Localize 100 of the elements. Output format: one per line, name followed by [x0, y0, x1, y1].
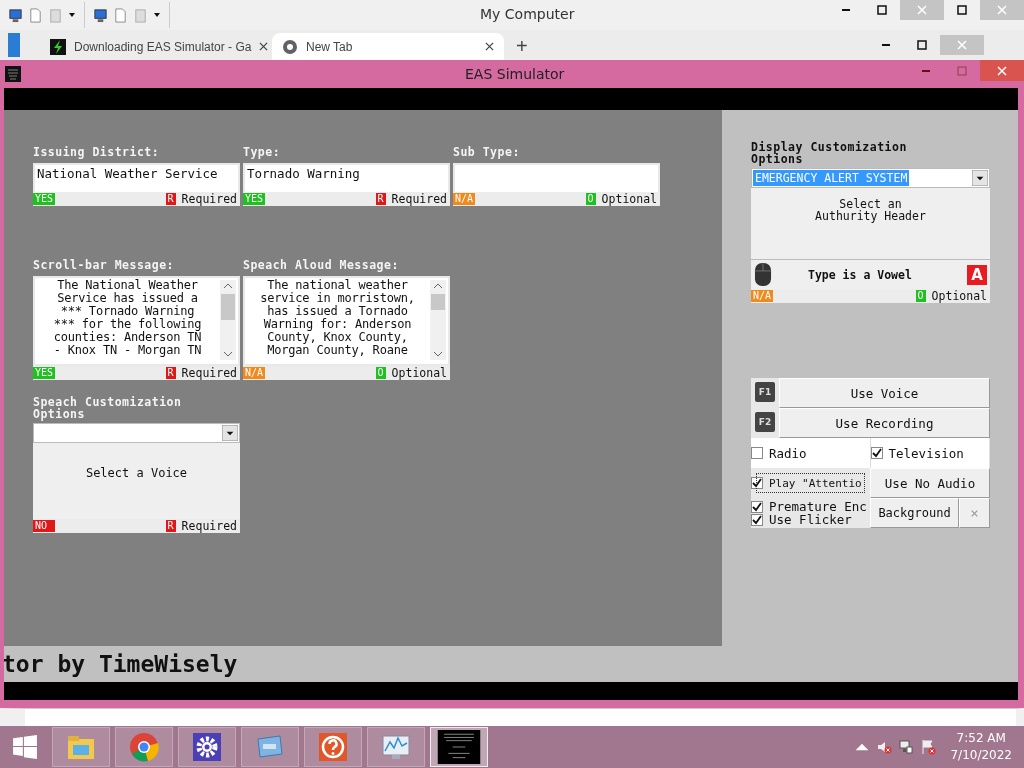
requirement-badge: O: [375, 367, 386, 379]
message-line: Service has issued a: [57, 292, 198, 305]
maximize-icon: [957, 65, 967, 76]
minimize-icon: [842, 9, 850, 11]
message-text-area[interactable]: The national weather service in morristown, has issued a Tornado Warning for: Anderson County, Knox County, Morgan County, Roane: [243, 276, 450, 366]
message-line: - Knox TN - Morgan TN: [53, 344, 202, 357]
document-icon[interactable]: [113, 7, 128, 23]
status-badge: N/A: [243, 367, 266, 379]
message-line: has issued a Tornado: [267, 305, 408, 318]
input-field[interactable]: Tornado Warning: [243, 163, 450, 192]
field-label: Speach Aloud Message:: [243, 258, 400, 274]
computer-icon[interactable]: [93, 7, 108, 23]
scroll-bar[interactable]: [430, 280, 446, 360]
status-badge: N/A: [453, 193, 476, 205]
status-badge: YES: [33, 367, 56, 379]
requirement-label: Required: [181, 519, 237, 533]
computer-icon[interactable]: [8, 7, 23, 23]
field-label: Sub Type:: [453, 145, 521, 161]
function-key-icon: F2: [755, 412, 775, 432]
window-title: EAS Simulator: [465, 66, 565, 82]
dropdown-arrow-icon[interactable]: [972, 170, 988, 186]
window-title: My Computer: [480, 6, 575, 22]
app-thumbnail-icon: [437, 730, 481, 764]
speaker-muted-icon[interactable]: [876, 739, 893, 755]
close-button[interactable]: [980, 60, 1024, 81]
field-label: Speach Customization Options: [33, 396, 183, 420]
dropdown-arrow-icon[interactable]: [222, 425, 238, 441]
output-checkbox[interactable]: Radio: [751, 438, 871, 468]
scroll-bar[interactable]: [220, 280, 236, 360]
message-line: *** Tornado Warning: [60, 305, 195, 318]
status-badge: N/A: [751, 290, 774, 302]
mouse-icon: [754, 262, 772, 287]
clock-date[interactable]: 7/10/2022: [950, 747, 1012, 764]
message-line: Warning for: Anderson: [263, 318, 412, 331]
requirement-label: Optional: [931, 289, 987, 303]
requirement-label: Required: [181, 192, 237, 206]
audio-button[interactable]: Use Voice: [779, 378, 990, 408]
requirement-label: Required: [391, 192, 447, 206]
attention-checkbox[interactable]: Play "Attentio: [751, 468, 870, 498]
requirement-badge: O: [915, 290, 926, 302]
hint-text: Type is a Vowel: [808, 267, 912, 282]
message-line: counties: Anderson TN: [53, 331, 202, 344]
windows-start-icon[interactable]: [12, 734, 38, 760]
checkbox[interactable]: [751, 477, 763, 489]
output-checkbox[interactable]: Television: [870, 438, 990, 468]
new-tab-button[interactable]: +: [510, 33, 534, 60]
field-label: Type:: [243, 145, 282, 161]
input-field[interactable]: National Weather Service: [33, 163, 240, 192]
no-audio-button[interactable]: Use No Audio: [870, 468, 990, 498]
input-field[interactable]: [453, 163, 660, 192]
clock-time[interactable]: 7:52 AM: [956, 730, 1006, 747]
minimize-icon: [922, 69, 930, 72]
field-label: Display Customization Options: [751, 141, 908, 165]
function-key-icon: F1: [755, 382, 775, 402]
browser-tab[interactable]: New Tab: [272, 33, 504, 60]
close-icon: [957, 40, 967, 50]
message-line: *** for the following: [53, 318, 202, 331]
marquee-text: tor by TimeWisely: [4, 651, 238, 677]
taskbar-button[interactable]: [430, 727, 488, 767]
close-icon[interactable]: [485, 42, 494, 51]
status-badge: YES: [243, 193, 266, 205]
network-icon[interactable]: [898, 739, 915, 755]
message-line: The national weather: [267, 279, 408, 292]
status-badge: YES: [33, 193, 56, 205]
message-line: Morgan County, Roane: [267, 344, 408, 357]
help-icon: [317, 731, 349, 763]
flag-icon[interactable]: [920, 739, 937, 755]
checkbox[interactable]: [751, 500, 763, 513]
requirement-label: Optional: [601, 192, 657, 206]
audio-button[interactable]: Use Recording: [779, 408, 990, 438]
checkbox[interactable]: [751, 513, 763, 526]
document-icon[interactable]: [28, 7, 43, 23]
maximize-icon: [917, 40, 927, 50]
close-icon: [997, 5, 1007, 15]
panel-text: Authurity Header: [815, 210, 926, 222]
requirement-badge: R: [165, 367, 176, 379]
maximize-icon: [957, 5, 967, 15]
background-button[interactable]: Background: [870, 498, 959, 528]
caret-icon[interactable]: [153, 11, 161, 19]
maximize-icon: [877, 5, 887, 15]
panel-text: Select an: [839, 198, 902, 210]
message-line: service in morristown,: [260, 292, 415, 305]
message-line: The National Weather: [57, 279, 198, 292]
field-label: Issuing District:: [33, 145, 161, 161]
message-line: County, Knox County,: [267, 331, 408, 344]
requirement-badge: O: [585, 193, 596, 205]
panel-text: Select a Voice: [85, 466, 188, 480]
requirement-badge: R: [165, 520, 176, 532]
tab-title: New Tab: [306, 39, 354, 54]
checkbox[interactable]: [751, 447, 763, 459]
caret-icon[interactable]: [68, 11, 76, 19]
requirement-label: Required: [181, 366, 237, 380]
close-icon: [997, 65, 1007, 76]
tab-title: Downloading EAS Simulator - Ga: [74, 39, 252, 54]
minimize-icon: [882, 44, 890, 46]
status-badge: NO: [33, 520, 55, 532]
close-icon[interactable]: [259, 42, 269, 51]
requirement-label: Optional: [391, 366, 447, 380]
message-text-area[interactable]: The National Weather Service has issued a *** Tornado Warning *** for the following counties: Anderson TN - Knox TN - Morgan TN: [33, 276, 240, 366]
gear-icon: [191, 731, 223, 763]
